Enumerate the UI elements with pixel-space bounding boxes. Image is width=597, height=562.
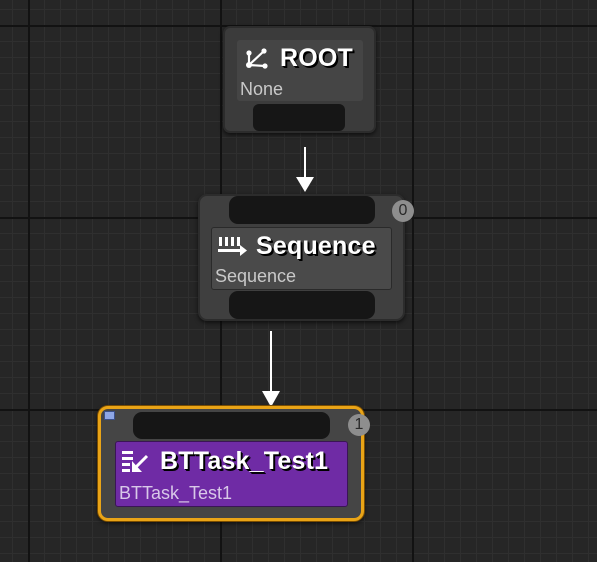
- sequence-node[interactable]: Sequence Sequence 0: [198, 194, 414, 321]
- root-output-pin[interactable]: [253, 104, 345, 131]
- sequence-title: Sequence: [256, 232, 376, 260]
- sequence-title-panel: Sequence Sequence: [211, 227, 392, 290]
- task-title-panel: BTTask_Test1 BTTask_Test1: [115, 441, 348, 507]
- task-node[interactable]: BTTask_Test1 BTTask_Test1 1: [98, 406, 370, 521]
- wire-root-to-sequence: [296, 147, 314, 192]
- root-branch-icon: [243, 46, 271, 72]
- task-execution-order-badge: 1: [348, 414, 370, 436]
- root-title-panel: ROOT None: [237, 40, 363, 101]
- root-subtitle: None: [240, 79, 284, 99]
- sequence-icon: [216, 234, 250, 260]
- sequence-output-pin[interactable]: [229, 291, 375, 319]
- sequence-subtitle: Sequence: [215, 266, 297, 286]
- task-title-row: BTTask_Test1: [119, 447, 328, 476]
- sequence-execution-order-badge: 0: [392, 200, 414, 222]
- task-title: BTTask_Test1: [160, 447, 329, 475]
- wire-sequence-to-task: [262, 331, 280, 407]
- behavior-tree-graph[interactable]: ROOT None Sequence Sequence 0 BTTask_Tes…: [0, 0, 597, 562]
- sequence-input-pin[interactable]: [229, 196, 375, 224]
- sequence-title-row: Sequence: [216, 232, 376, 261]
- task-icon: [119, 448, 155, 476]
- task-input-pin[interactable]: [133, 412, 330, 439]
- root-node[interactable]: ROOT None: [223, 26, 376, 133]
- task-subtitle: BTTask_Test1: [119, 483, 233, 503]
- root-title: ROOT: [280, 44, 354, 72]
- root-title-row: ROOT: [243, 44, 353, 73]
- breakpoint-marker-icon: [104, 411, 115, 420]
